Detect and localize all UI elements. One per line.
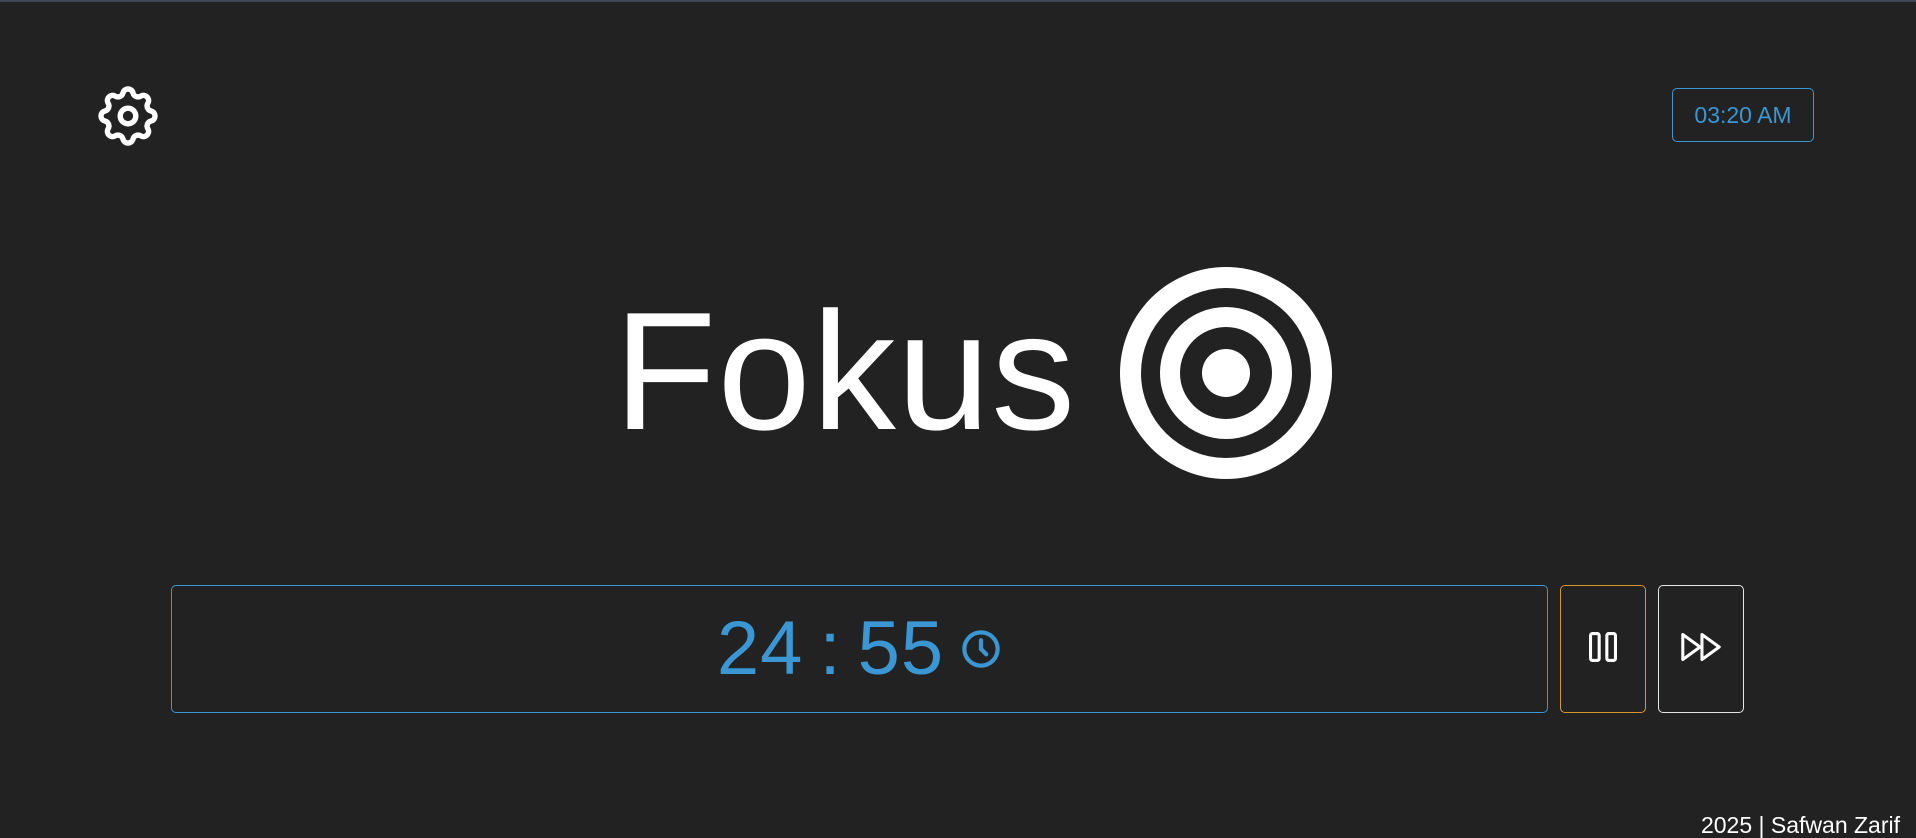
fast-forward-icon bbox=[1678, 624, 1724, 675]
current-time-badge: 03:20 AM bbox=[1672, 88, 1814, 142]
timer-separator: : bbox=[819, 606, 842, 691]
gear-icon bbox=[92, 80, 164, 157]
target-icon bbox=[1120, 267, 1333, 479]
timer-minutes: 24 bbox=[716, 606, 804, 691]
pause-icon bbox=[1580, 624, 1626, 675]
timer-readout: 24 : 55 bbox=[717, 611, 1002, 687]
settings-button[interactable] bbox=[90, 80, 166, 156]
top-divider bbox=[0, 0, 1916, 2]
app-title: Fokus bbox=[613, 277, 1077, 465]
timer-display: 24 : 55 bbox=[171, 585, 1548, 713]
current-time-text: 03:20 AM bbox=[1694, 101, 1792, 128]
brand-header: Fokus bbox=[0, 262, 1916, 484]
footer-credit: 2025 | Safwan Zarif bbox=[1700, 812, 1900, 838]
pause-button[interactable] bbox=[1560, 585, 1646, 713]
timer-seconds: 55 bbox=[857, 606, 945, 691]
skip-button[interactable] bbox=[1658, 585, 1744, 713]
clock-icon bbox=[960, 628, 1002, 670]
